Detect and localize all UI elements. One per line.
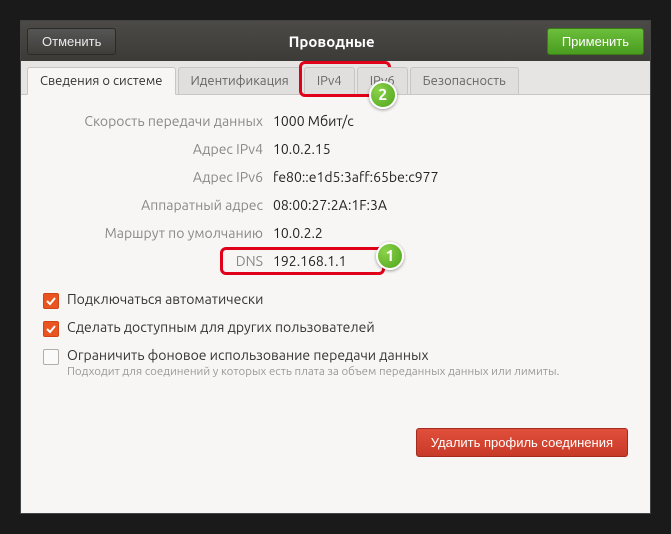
content-area: Скорость передачи данных 1000 Мбит/с Адр… bbox=[21, 95, 650, 513]
checkbox-auto-connect[interactable] bbox=[43, 293, 59, 309]
tab-identity[interactable]: Идентификация bbox=[178, 67, 302, 94]
label-metered-sub: Подходит для соединений у которых есть п… bbox=[67, 365, 559, 378]
apply-button[interactable]: Применить bbox=[547, 28, 644, 55]
value-link-speed: 1000 Мбит/с bbox=[273, 113, 628, 129]
label-dns: DNS bbox=[43, 253, 263, 269]
value-dns-text: 192.168.1.1 bbox=[273, 253, 347, 269]
label-ipv6-address: Адрес IPv6 bbox=[43, 169, 263, 185]
tab-bar: Сведения о системе Идентификация IPv4 2 … bbox=[21, 61, 650, 95]
titlebar: Отменить Проводные Применить bbox=[21, 21, 650, 61]
connection-settings-window: Отменить Проводные Применить Сведения о … bbox=[20, 20, 651, 514]
info-grid: Скорость передачи данных 1000 Мбит/с Адр… bbox=[43, 113, 628, 269]
value-ipv6-address: fe80::e1d5:3aff:65be:c977 bbox=[273, 169, 628, 185]
annotation-badge-1: 1 bbox=[376, 242, 404, 270]
label-link-speed: Скорость передачи данных bbox=[43, 113, 263, 129]
checkbox-metered[interactable] bbox=[43, 349, 59, 365]
row-all-users: Сделать доступным для других пользовател… bbox=[43, 319, 628, 337]
row-metered: Ограничить фоновое использование передач… bbox=[43, 347, 628, 378]
label-metered: Ограничить фоновое использование передач… bbox=[67, 347, 559, 363]
delete-profile-button[interactable]: Удалить профиль соединения bbox=[416, 428, 628, 457]
check-icon bbox=[45, 323, 57, 335]
label-auto-connect: Подключаться автоматически bbox=[67, 291, 263, 307]
checkbox-all-users[interactable] bbox=[43, 321, 59, 337]
cancel-button[interactable]: Отменить bbox=[27, 28, 116, 55]
value-dns: 192.168.1.1 1 bbox=[273, 253, 628, 269]
metered-text-block: Ограничить фоновое использование передач… bbox=[67, 347, 559, 378]
tab-ipv6[interactable]: IPv6 bbox=[357, 67, 408, 94]
tab-details[interactable]: Сведения о системе bbox=[27, 67, 176, 95]
label-default-route: Маршрут по умолчанию bbox=[43, 225, 263, 241]
tab-security[interactable]: Безопасность bbox=[410, 67, 519, 94]
check-icon bbox=[45, 295, 57, 307]
value-hardware-address: 08:00:27:2A:1F:3A bbox=[273, 197, 628, 213]
tab-ipv4-label: IPv4 bbox=[317, 74, 342, 88]
value-ipv4-address: 10.0.2.15 bbox=[273, 141, 628, 157]
footer: Удалить профиль соединения bbox=[43, 388, 628, 457]
tab-ipv4[interactable]: IPv4 2 bbox=[304, 67, 355, 94]
label-all-users: Сделать доступным для других пользовател… bbox=[67, 319, 375, 335]
label-hardware-address: Аппаратный адрес bbox=[43, 197, 263, 213]
row-auto-connect: Подключаться автоматически bbox=[43, 291, 628, 309]
label-ipv4-address: Адрес IPv4 bbox=[43, 141, 263, 157]
window-title: Проводные bbox=[116, 33, 546, 50]
value-default-route: 10.0.2.2 bbox=[273, 225, 628, 241]
